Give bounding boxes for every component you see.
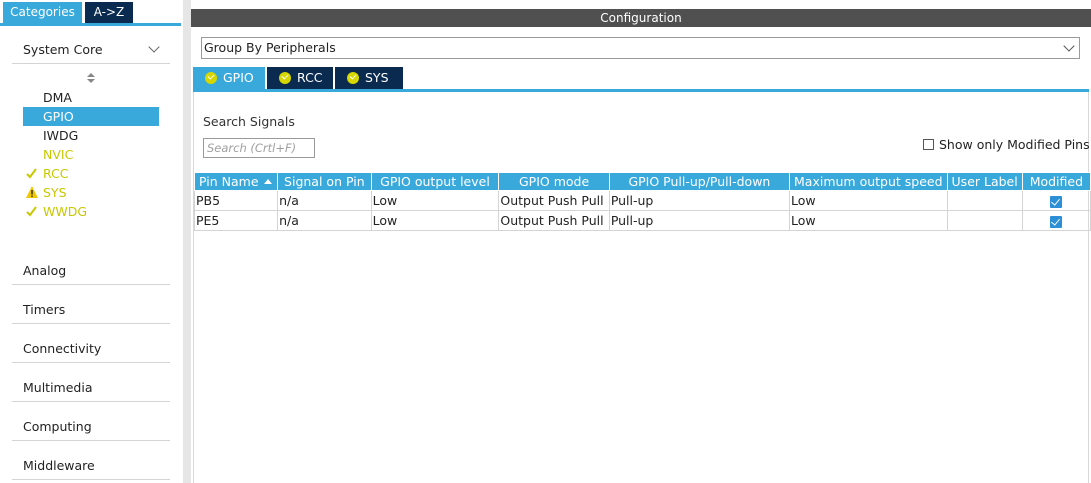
sidebar-item-label: GPIO [43, 109, 74, 124]
category-label: System Core [23, 42, 103, 57]
category-system-core[interactable]: System Core [12, 26, 170, 64]
sidebar-item-rcc[interactable]: RCC [23, 164, 159, 183]
gpio-pin-table: Pin Name Signal on Pin GPIO output level… [193, 172, 1091, 231]
cell-modified[interactable] [1021, 190, 1091, 211]
table-row[interactable]: PB5 n/a Low Output Push Pull Pull-up Low [193, 190, 1091, 211]
group-by-value: Group By Peripherals [204, 40, 336, 55]
cell-gpio-mode: Output Push Pull [498, 210, 610, 231]
header-signal-on-pin[interactable]: Signal on Pin [277, 172, 372, 191]
tab-label: GPIO [223, 70, 254, 85]
sidebar-item-sys[interactable]: SYS [23, 183, 159, 202]
tab-label: RCC [297, 70, 323, 85]
cell-output-level: Low [370, 210, 500, 231]
header-modified[interactable]: Modified [1021, 172, 1091, 191]
search-input[interactable] [203, 138, 315, 158]
tab-gpio[interactable]: GPIO [193, 67, 265, 89]
sidebar-item-label: DMA [43, 90, 72, 105]
tab-sys[interactable]: SYS [335, 67, 403, 89]
cell-signal: n/a [277, 190, 372, 211]
check-circle-icon [279, 72, 291, 84]
header-pin-name[interactable]: Pin Name [193, 172, 279, 191]
cell-user-label[interactable] [946, 190, 1023, 211]
cell-pull: Pull-up [608, 210, 791, 231]
chevron-down-icon [148, 41, 160, 53]
panel-splitter[interactable] [183, 0, 191, 483]
sidebar-item-label: IWDG [43, 128, 79, 143]
category-timers[interactable]: Timers [12, 284, 213, 324]
search-signals-label: Search Signals [203, 114, 295, 129]
sidebar-item-label: RCC [43, 166, 69, 181]
cell-output-level: Low [370, 190, 500, 211]
peripheral-tab-bar: GPIO RCC SYS [193, 67, 1089, 92]
checkbox-checked-icon[interactable] [1050, 215, 1063, 228]
configuration-panel: Configuration Group By Peripherals GPIO … [191, 0, 1091, 483]
show-modified-label: Show only Modified Pins [939, 137, 1090, 152]
sidebar-item-wwdg[interactable]: WWDG [23, 202, 159, 221]
chevron-down-icon [1063, 40, 1075, 52]
check-icon [26, 168, 37, 179]
cell-user-label[interactable] [946, 210, 1023, 231]
category-label: Middleware [23, 458, 95, 473]
header-gpio-output-level[interactable]: GPIO output level [370, 172, 500, 191]
cell-signal: n/a [277, 210, 372, 231]
check-circle-icon [205, 72, 217, 84]
categories-panel: Categories A->Z System Core DMA GPIO IWD… [0, 0, 213, 483]
checkbox-checked-icon[interactable] [1050, 195, 1063, 208]
header-max-output-speed[interactable]: Maximum output speed [789, 172, 948, 191]
sidebar-item-gpio[interactable]: GPIO [23, 107, 159, 126]
check-icon [26, 206, 37, 217]
tab-a-z[interactable]: A->Z [85, 2, 133, 23]
check-circle-icon [347, 72, 359, 84]
category-label: Connectivity [23, 341, 102, 356]
category-label: Analog [23, 263, 67, 278]
sidebar-item-nvic[interactable]: NVIC [23, 145, 159, 164]
cell-gpio-mode: Output Push Pull [498, 190, 610, 211]
tab-rcc[interactable]: RCC [267, 67, 333, 89]
header-user-label[interactable]: User Label [946, 172, 1023, 191]
category-computing[interactable]: Computing [12, 401, 213, 441]
sort-icon[interactable] [87, 73, 95, 85]
cell-speed: Low [789, 210, 948, 231]
warning-icon [26, 186, 38, 198]
sidebar-item-label: WWDG [43, 204, 88, 219]
sidebar-item-label: NVIC [43, 147, 74, 162]
left-tab-bar: Categories A->Z [0, 0, 181, 26]
category-label: Timers [23, 302, 66, 317]
sidebar-item-iwdg[interactable]: IWDG [23, 126, 159, 145]
cell-pin-name: PB5 [193, 190, 279, 211]
cell-modified[interactable] [1021, 210, 1091, 231]
group-by-select[interactable]: Group By Peripherals [201, 37, 1080, 59]
checkbox-icon [923, 139, 934, 150]
sort-asc-icon [264, 179, 273, 184]
table-row[interactable]: PE5 n/a Low Output Push Pull Pull-up Low [193, 210, 1091, 231]
tab-categories[interactable]: Categories [3, 2, 82, 23]
header-gpio-mode[interactable]: GPIO mode [498, 172, 610, 191]
header-gpio-pull[interactable]: GPIO Pull-up/Pull-down [608, 172, 791, 191]
category-label: Computing [23, 419, 92, 434]
show-modified-checkbox[interactable]: Show only Modified Pins [923, 137, 1090, 152]
category-analog[interactable]: Analog [12, 245, 213, 285]
tab-label: SYS [365, 70, 389, 85]
cell-pull: Pull-up [608, 190, 791, 211]
category-middleware[interactable]: Middleware [12, 440, 213, 480]
configuration-title: Configuration [191, 9, 1091, 27]
category-multimedia[interactable]: Multimedia [12, 362, 213, 402]
sidebar-item-dma[interactable]: DMA [23, 88, 159, 107]
category-label: Multimedia [23, 380, 93, 395]
cell-pin-name: PE5 [193, 210, 279, 231]
table-header-row: Pin Name Signal on Pin GPIO output level… [193, 172, 1091, 191]
sidebar-item-label: SYS [43, 185, 67, 200]
category-connectivity[interactable]: Connectivity [12, 323, 213, 363]
cell-speed: Low [789, 190, 948, 211]
